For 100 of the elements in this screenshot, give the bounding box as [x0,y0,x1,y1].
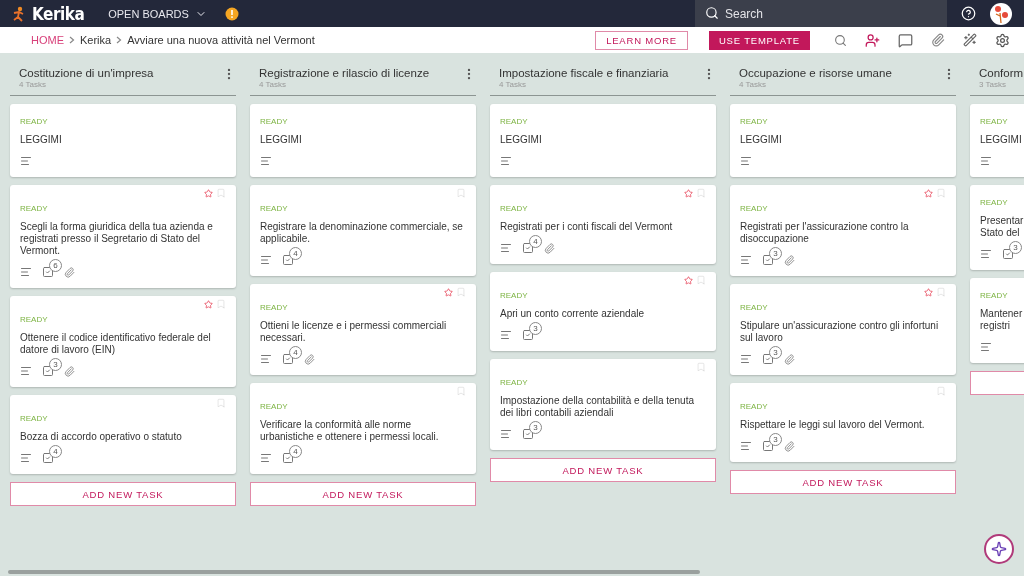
checklist-count: 3 [1009,241,1022,254]
description-icon [500,155,512,167]
status-label: READY [980,291,1009,300]
description-icon [260,452,272,464]
status-label: READY [500,204,529,213]
status-label: READY [20,117,49,126]
star-icon[interactable] [924,188,933,198]
status-label: READY [260,204,289,213]
status-label: READY [500,378,529,387]
breadcrumb-link[interactable]: Avviare una nuova attività nel Vermont [127,34,315,46]
task-card[interactable]: READY Impostazione della contabilità e della tenuta dei libri contabili aziendali 3 [490,359,716,450]
task-title: Ottenere il codice identificativo federale del datore di lavoro (EIN) [20,332,212,356]
task-card[interactable]: READY Registrati per i conti fiscali del Vermont 4 [490,185,716,264]
star-icon[interactable] [204,299,213,309]
task-card[interactable]: READY LEGGIMI [490,104,716,177]
breadcrumb-link[interactable]: Kerika [80,34,112,46]
task-title: Registrare la denominazione commerciale, se applicabile. [260,221,464,245]
status-label: READY [500,291,529,300]
settings-icon[interactable] [995,32,1010,48]
task-title: Scegli la forma giuridica della tua azienda e registrati presso il Segretario di Stato del Vermont. [20,221,214,257]
task-title: Ottieni le licenze e i permessi commerciali necessari. [260,320,448,344]
task-title: LEGGIMI [980,134,1023,146]
avatar[interactable] [990,2,1012,25]
task-card[interactable]: READY Registrati per l'assicurazione contro la disoccupazione 3 [730,185,956,276]
checklist-count: 4 [289,346,302,359]
add-person-icon[interactable] [865,32,880,48]
scrollbar[interactable] [8,570,700,574]
task-title: LEGGIMI [20,134,63,146]
column-title: Costituzione di un'impresa [19,67,155,79]
description-icon [260,155,272,167]
checklist-count: 3 [769,346,782,359]
add-task-button[interactable]: ADD NEW TASK [250,482,476,506]
star-icon[interactable] [684,275,693,285]
task-card[interactable]: READY LEGGIMI [970,104,1024,177]
checklist-count: 3 [769,247,782,260]
column-title: Impostazione fiscale e finanziaria [499,67,670,79]
task-title: Mantener registri [980,308,1024,332]
task-title: LEGGIMI [740,134,783,146]
status-label: READY [20,414,49,423]
learn-more-button[interactable]: LEARN MORE [595,30,688,50]
description-icon [500,329,512,341]
task-card[interactable]: READY Rispettare le leggi sul lavoro del Vermont. 3 [730,383,956,462]
assistant-button[interactable] [984,534,1014,564]
task-title: Rispettare le leggi sul lavoro del Vermont. [740,419,926,431]
task-card[interactable]: READY LEGGIMI [250,104,476,177]
add-task-button[interactable] [970,371,1024,395]
description-icon [980,248,992,260]
task-count: 3 Tasks [979,80,1007,89]
chevron-icon [69,34,75,46]
task-card[interactable]: READY Bozza di accordo operativo o statuto 4 [10,395,236,474]
attachment-icon[interactable] [931,33,945,47]
task-title: LEGGIMI [260,134,303,146]
search-icon[interactable] [834,33,847,47]
task-card[interactable]: READY Presentar Stato del 3 [970,185,1024,270]
task-card[interactable]: READY LEGGIMI [10,104,236,177]
description-icon [980,155,992,167]
task-card[interactable]: READY Stipulare un'assicurazione contro gli infortuni sul lavoro 3 [730,284,956,375]
search-field[interactable]: Search [695,0,947,27]
star-icon[interactable] [684,188,693,198]
description-icon [740,440,752,452]
task-title: Registrati per l'assicurazione contro la disoccupazione [740,221,910,245]
task-card[interactable]: READY LEGGIMI [730,104,956,177]
chevron-icon [116,34,123,46]
task-card[interactable]: READY Ottenere il codice identificativo federale del datore di lavoro (EIN) 3 [10,296,236,387]
column-title: Registrazione e rilascio di licenze [259,67,431,79]
breadcrumb-link[interactable]: HOME [31,34,64,46]
checklist-count: 3 [769,433,782,446]
chat-icon[interactable] [898,32,913,48]
status-label: READY [260,402,289,411]
checklist-count: 3 [529,421,542,434]
status-label: READY [980,117,1009,126]
star-icon[interactable] [924,287,933,297]
task-card[interactable]: READY Registrare la denominazione commerciale, se applicabile. 4 [250,185,476,276]
help-icon[interactable] [961,6,976,21]
column-title: Occupazione e risorse umane [739,67,893,79]
open-boards-menu[interactable]: OPEN BOARDS [108,7,207,20]
description-icon [20,365,32,377]
star-icon[interactable] [204,188,213,198]
task-card[interactable]: READY Verificare la conformità alle norme urbanistiche e ottenere i permessi locali. 4 [250,383,476,474]
task-title: Impostazione della contabilità e della tenuta dei libri contabili aziendali [500,395,696,419]
task-card[interactable]: READY Scegli la forma giuridica della tua azienda e registrati presso il Segretario di Stato del Vermont. 6 [10,185,236,288]
status-label: READY [740,402,769,411]
add-task-button[interactable]: ADD NEW TASK [730,470,956,494]
status-label: READY [20,315,49,324]
search-icon [705,6,719,20]
use-template-button[interactable]: USE TEMPLATE [708,30,810,50]
task-title: Presentar Stato del [980,215,1024,239]
description-icon [740,353,752,365]
task-card[interactable]: READY Mantener registri [970,278,1024,363]
checklist-count: 3 [529,322,542,335]
description-icon [500,242,512,254]
description-icon [500,428,512,440]
add-task-button[interactable]: ADD NEW TASK [490,458,716,482]
task-card[interactable]: READY Apri un conto corrente aziendale 3 [490,272,716,351]
add-task-button[interactable]: ADD NEW TASK [10,482,236,506]
wand-icon[interactable] [963,33,977,47]
star-icon[interactable] [444,287,453,297]
description-icon [980,341,992,353]
status-label: READY [500,117,529,126]
task-card[interactable]: READY Ottieni le licenze e i permessi commerciali necessari. 4 [250,284,476,375]
